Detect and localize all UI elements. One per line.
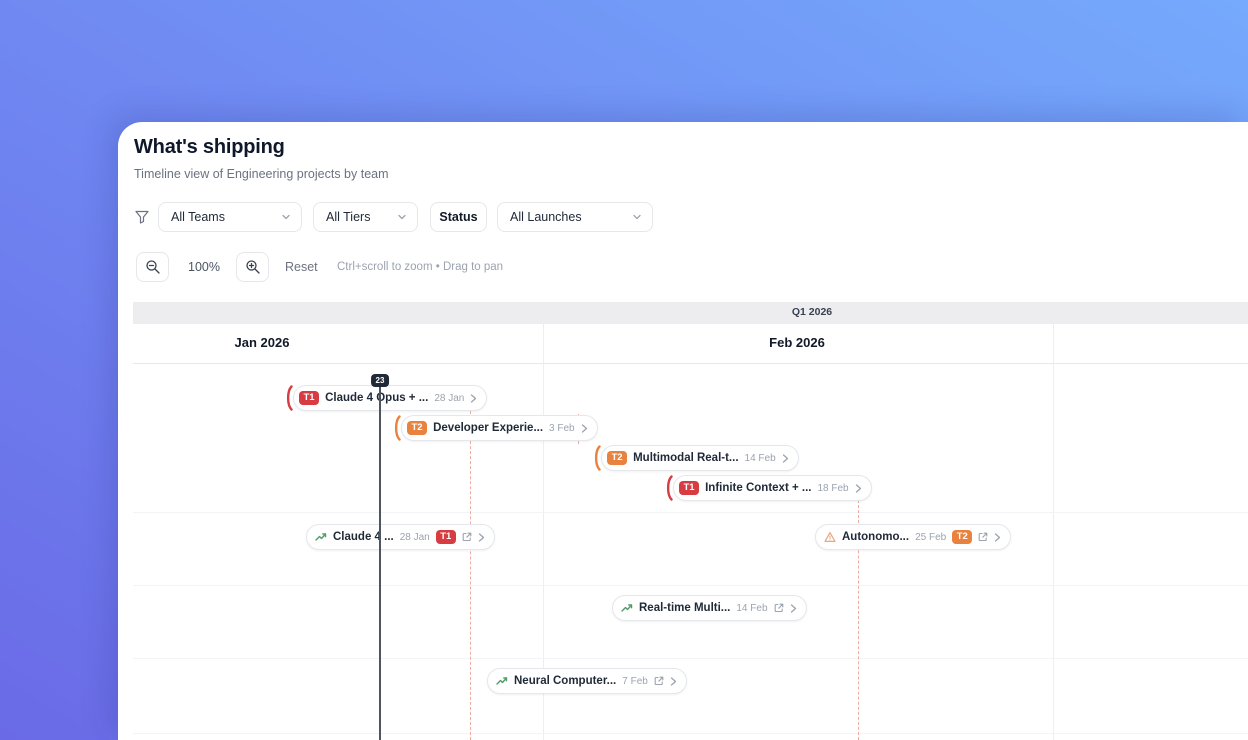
filter-funnel-icon [134, 209, 150, 225]
chevron-right-icon [790, 604, 797, 613]
project-name: Developer Experie... [433, 422, 544, 434]
quarter-header-band: Q1 2026 [133, 302, 1248, 324]
today-date-chip: 23 [371, 374, 389, 387]
lane-divider [133, 512, 1248, 513]
project-bar-developer-experience[interactable]: T2 Developer Experie... 3 Feb [393, 415, 598, 441]
bar-start-bracket-icon [393, 415, 401, 441]
project-pill[interactable]: T1 Infinite Context + ... 18 Feb [673, 475, 872, 501]
bar-start-bracket-icon [665, 475, 673, 501]
trending-up-icon [315, 531, 327, 543]
tier-badge: T1 [299, 390, 320, 406]
launch-pill-claude-4[interactable]: Claude 4 ... 28 Jan T1 [306, 524, 495, 550]
launch-date: 7 Feb [622, 675, 648, 687]
chevron-right-icon [470, 394, 477, 403]
whats-shipping-card: What's shipping Timeline view of Enginee… [118, 122, 1248, 740]
tier-badge: T2 [607, 450, 628, 466]
reset-zoom-button[interactable]: Reset [285, 260, 318, 274]
launch-pill-autonomous[interactable]: Autonomo... 25 Feb T2 [815, 524, 1012, 550]
launch-date: 14 Feb [736, 602, 768, 614]
zoom-out-button[interactable] [136, 252, 169, 282]
zoom-level: 100% [188, 260, 220, 274]
external-link-icon [462, 532, 472, 542]
tiers-filter-value: All Tiers [326, 210, 371, 224]
launch-name: Real-time Multi... [639, 602, 731, 614]
page-title: What's shipping [134, 136, 285, 158]
launch-pill-neural-computer[interactable]: Neural Computer... 7 Feb [487, 668, 687, 694]
trending-up-icon [496, 675, 508, 687]
launches-filter-value: All Launches [510, 210, 582, 224]
project-date: 3 Feb [549, 422, 575, 434]
today-line [379, 378, 381, 740]
chevron-right-icon [855, 484, 862, 493]
chevron-right-icon [994, 533, 1001, 542]
chevron-right-icon [581, 424, 588, 433]
warning-triangle-icon [824, 531, 836, 543]
teams-filter-value: All Teams [171, 210, 225, 224]
launch-name: Autonomo... [842, 531, 910, 543]
zoom-in-button[interactable] [236, 252, 269, 282]
external-link-icon [978, 532, 988, 542]
lane-divider [133, 585, 1248, 586]
page-subtitle: Timeline view of Engineering projects by… [134, 167, 389, 181]
tier-badge: T2 [952, 529, 973, 545]
project-name: Infinite Context + ... [705, 482, 812, 494]
project-bar-claude-4-opus[interactable]: T1 Claude 4 Opus + ... 28 Jan [285, 385, 488, 411]
chevron-down-icon [632, 212, 642, 222]
milestone-dashed-line [470, 411, 471, 740]
month-label-jan: Jan 2026 [234, 335, 290, 350]
month-header-divider [133, 363, 1248, 364]
project-date: 18 Feb [817, 482, 849, 494]
project-date: 14 Feb [744, 452, 776, 464]
launch-date: 28 Jan [399, 531, 430, 543]
bar-start-bracket-icon [593, 445, 601, 471]
project-date: 28 Jan [434, 392, 465, 404]
project-name: Multimodal Real-t... [633, 452, 739, 464]
tier-badge: T1 [435, 529, 456, 545]
project-name: Claude 4 Opus + ... [325, 392, 429, 404]
chevron-down-icon [281, 212, 291, 222]
tier-badge: T2 [407, 420, 428, 436]
chevron-right-icon [478, 533, 485, 542]
launch-date: 25 Feb [915, 531, 947, 543]
quarter-label: Q1 2026 [791, 306, 833, 318]
zoom-hint-text: Ctrl+scroll to zoom • Drag to pan [337, 261, 504, 273]
status-filter-button[interactable]: Status [430, 202, 487, 232]
month-gridline [1053, 324, 1054, 740]
month-label-feb: Feb 2026 [769, 335, 825, 350]
zoom-in-icon [245, 259, 261, 275]
launch-name: Neural Computer... [514, 675, 617, 687]
launch-name: Claude 4 ... [333, 531, 394, 543]
project-pill[interactable]: T2 Multimodal Real-t... 14 Feb [601, 445, 799, 471]
tier-badge: T1 [679, 480, 700, 496]
chevron-right-icon [782, 454, 789, 463]
chevron-right-icon [670, 677, 677, 686]
project-bar-infinite-context[interactable]: T1 Infinite Context + ... 18 Feb [665, 475, 872, 501]
external-link-icon [654, 676, 664, 686]
zoom-out-icon [145, 259, 161, 275]
external-link-icon [774, 603, 784, 613]
tiers-filter-dropdown[interactable]: All Tiers [313, 202, 418, 232]
bar-start-bracket-icon [285, 385, 293, 411]
project-pill[interactable]: T1 Claude 4 Opus + ... 28 Jan [293, 385, 488, 411]
lane-divider [133, 658, 1248, 659]
teams-filter-dropdown[interactable]: All Teams [158, 202, 302, 232]
trending-up-icon [621, 602, 633, 614]
project-bar-multimodal-realtime[interactable]: T2 Multimodal Real-t... 14 Feb [593, 445, 799, 471]
lane-divider [133, 733, 1248, 734]
project-pill[interactable]: T2 Developer Experie... 3 Feb [401, 415, 598, 441]
chevron-down-icon [397, 212, 407, 222]
launches-filter-dropdown[interactable]: All Launches [497, 202, 653, 232]
app-background: What's shipping Timeline view of Enginee… [0, 0, 1248, 740]
launch-pill-realtime-multi[interactable]: Real-time Multi... 14 Feb [612, 595, 807, 621]
